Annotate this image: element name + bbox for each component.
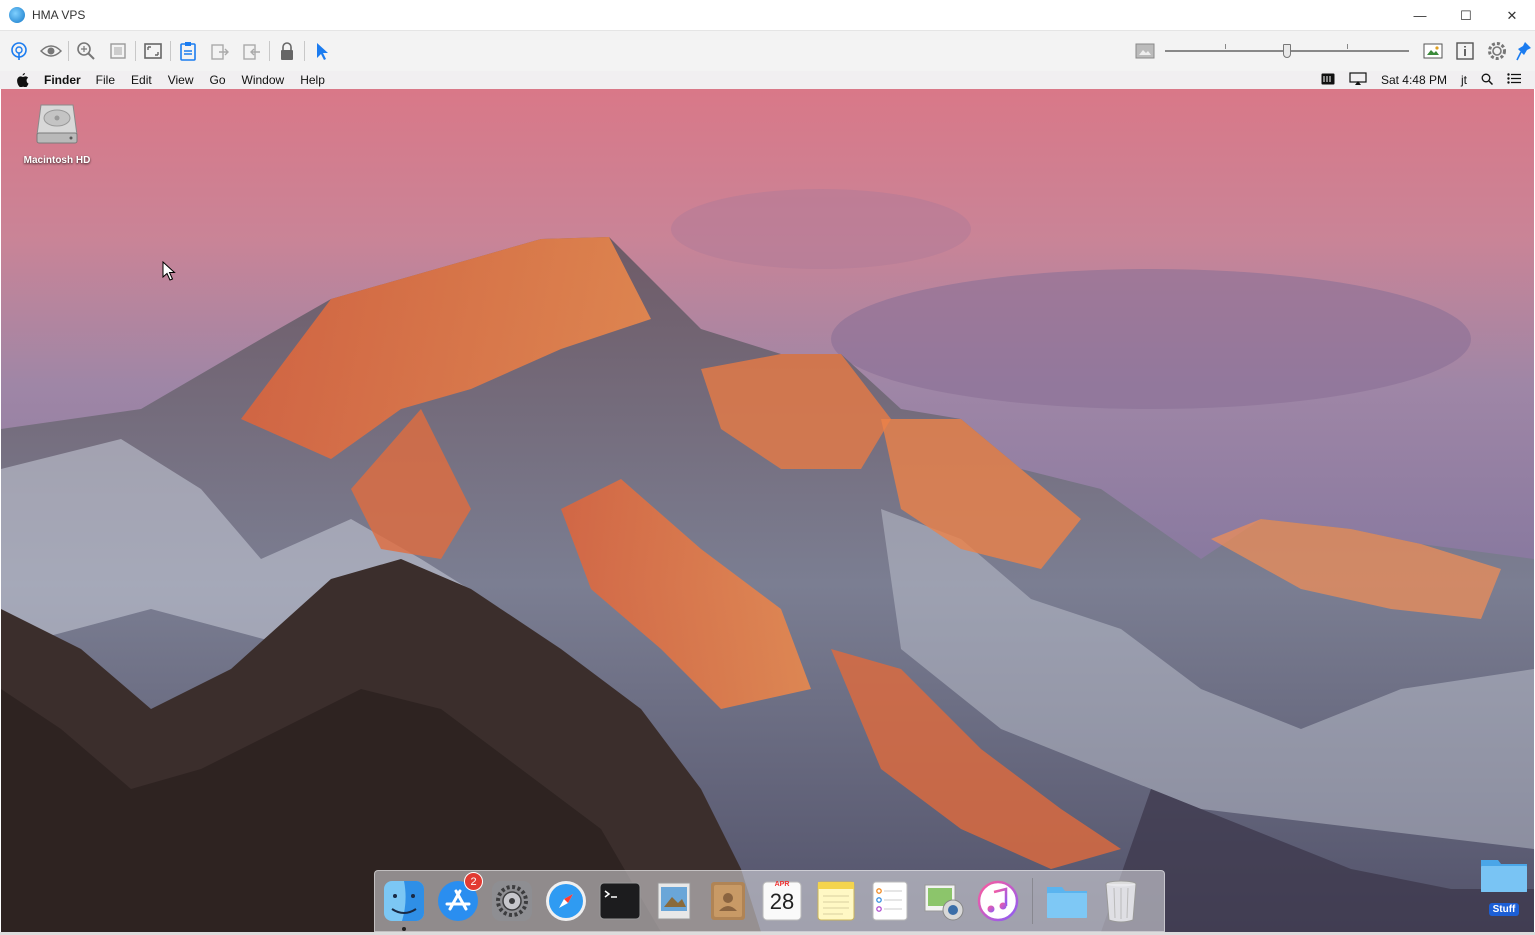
- quality-slider[interactable]: [1165, 41, 1409, 61]
- desktop-icon-macintosh-hd[interactable]: Macintosh HD: [19, 99, 95, 166]
- dock-itunes[interactable]: [975, 878, 1021, 924]
- toolbar-separator: [304, 41, 305, 61]
- preview-icon: [657, 882, 691, 920]
- menu-help[interactable]: Help: [300, 73, 325, 87]
- dock-finder[interactable]: [381, 878, 427, 931]
- stuff-stack-label: Stuff: [1488, 903, 1520, 916]
- hma-app-icon: [9, 7, 25, 23]
- dock-system-preferences[interactable]: [489, 878, 535, 924]
- system-preferences-icon: [492, 881, 532, 921]
- close-button[interactable]: ✕: [1489, 0, 1535, 31]
- dock-calendar[interactable]: APR 28: [759, 878, 805, 924]
- receive-file-icon[interactable]: [236, 35, 268, 67]
- window-controls: — ☐ ✕: [1397, 0, 1535, 31]
- dock-notes[interactable]: [813, 878, 859, 924]
- toolbar-separator: [135, 41, 136, 61]
- dock-trash[interactable]: [1098, 878, 1144, 924]
- settings-icon[interactable]: [1481, 35, 1513, 67]
- mouse-cursor-icon: [162, 261, 176, 281]
- hard-drive-icon: [36, 104, 78, 144]
- toolbar-separator: [68, 41, 69, 61]
- toolbar-right-group: [1129, 31, 1535, 71]
- mountain-wallpaper: [1, 89, 1534, 932]
- finder-icon: [384, 881, 424, 921]
- lock-icon[interactable]: [271, 35, 303, 67]
- safari-icon: [546, 881, 586, 921]
- running-indicator: [402, 927, 406, 931]
- fit-screen-icon[interactable]: [102, 35, 134, 67]
- menu-edit[interactable]: Edit: [131, 73, 152, 87]
- notes-icon: [817, 881, 855, 921]
- slider-tick: [1225, 44, 1226, 49]
- menu-go[interactable]: Go: [210, 73, 226, 87]
- slider-tick: [1347, 44, 1348, 49]
- vm-toolbar: [0, 31, 1535, 71]
- slider-thumb[interactable]: [1283, 44, 1291, 58]
- dock-app-store[interactable]: 2: [435, 872, 483, 924]
- dock: 2 APR 28: [374, 870, 1165, 932]
- menu-window[interactable]: Window: [242, 73, 285, 87]
- maximize-button[interactable]: ☐: [1443, 0, 1489, 31]
- spotlight-search-icon[interactable]: [1481, 73, 1494, 88]
- dock-contacts[interactable]: [705, 878, 751, 924]
- menu-view[interactable]: View: [168, 73, 194, 87]
- contacts-icon: [711, 882, 745, 920]
- quality-high-icon[interactable]: [1417, 35, 1449, 67]
- dock-downloads-folder[interactable]: [1044, 878, 1090, 924]
- dock-preview[interactable]: [651, 878, 697, 924]
- eye-icon[interactable]: [35, 35, 67, 67]
- quality-low-icon[interactable]: [1129, 35, 1161, 67]
- menu-app-name[interactable]: Finder: [44, 73, 81, 87]
- input-menu-icon[interactable]: [1321, 73, 1335, 88]
- zoom-icon[interactable]: [70, 35, 102, 67]
- fullscreen-icon[interactable]: [137, 35, 169, 67]
- menubar-clock[interactable]: Sat 4:48 PM: [1381, 73, 1447, 87]
- apple-menu-icon[interactable]: [16, 73, 30, 88]
- dock-separator: [1032, 878, 1033, 924]
- dock-terminal[interactable]: [597, 878, 643, 924]
- terminal-icon: [599, 882, 641, 920]
- minimize-button[interactable]: —: [1397, 0, 1443, 31]
- stuff-stack[interactable]: Stuff: [1479, 854, 1529, 917]
- dock-safari[interactable]: [543, 878, 589, 924]
- reminders-icon: [872, 881, 908, 921]
- photo-booth-icon: [924, 884, 964, 921]
- pointer-icon[interactable]: [306, 35, 338, 67]
- toolbar-separator: [269, 41, 270, 61]
- desktop-icon-label: Macintosh HD: [23, 155, 91, 166]
- calendar-month: APR: [774, 881, 790, 888]
- menubar-status-area: Sat 4:48 PM jt: [1321, 71, 1521, 89]
- airplay-display-icon[interactable]: [1349, 72, 1367, 88]
- pin-icon[interactable]: [1513, 35, 1535, 67]
- window-title: HMA VPS: [32, 8, 86, 22]
- dock-reminders[interactable]: [867, 878, 913, 924]
- accessibility-icon[interactable]: [3, 35, 35, 67]
- clipboard-icon[interactable]: [172, 35, 204, 67]
- mac-desktop[interactable]: Macintosh HD 2 APR 28 Stuff: [1, 89, 1534, 932]
- info-icon[interactable]: [1449, 35, 1481, 67]
- notification-center-icon[interactable]: [1507, 73, 1521, 87]
- itunes-icon: [977, 880, 1019, 922]
- downloads-folder-icon: [1047, 887, 1087, 918]
- mac-menubar: Finder File Edit View Go Window Help Sat…: [0, 71, 1535, 89]
- send-file-icon[interactable]: [204, 35, 236, 67]
- dock-photo-booth[interactable]: [921, 878, 967, 924]
- notification-badge: 2: [464, 872, 483, 891]
- folder-icon: [1481, 860, 1527, 892]
- calendar-day: 28: [769, 889, 795, 914]
- menubar-user[interactable]: jt: [1461, 73, 1467, 87]
- trash-icon: [1105, 880, 1137, 923]
- menu-file[interactable]: File: [96, 73, 115, 87]
- window-titlebar: HMA VPS — ☐ ✕: [0, 0, 1535, 31]
- toolbar-separator: [170, 41, 171, 61]
